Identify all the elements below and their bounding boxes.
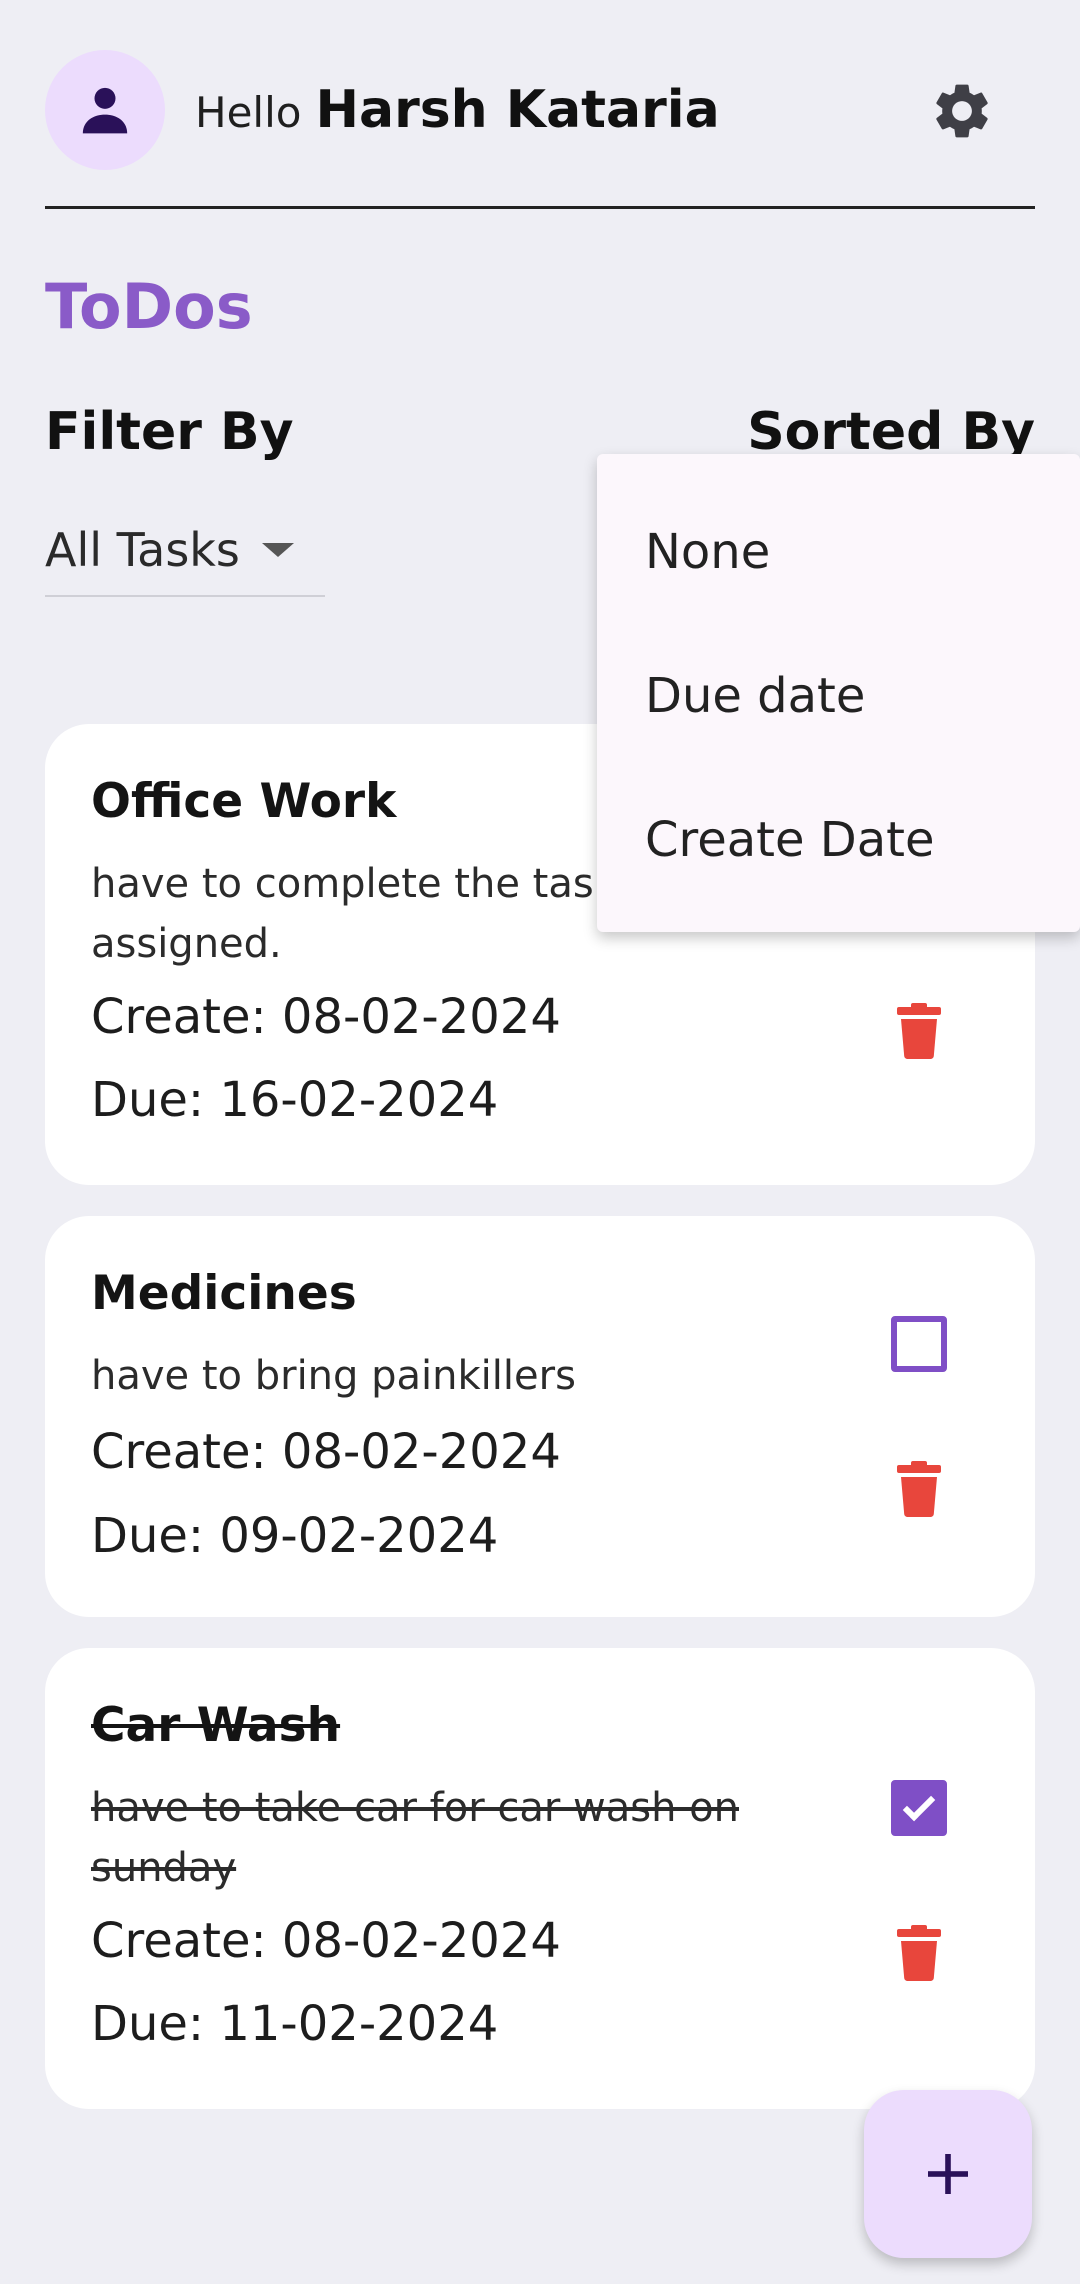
sort-option-none[interactable]: None xyxy=(645,524,770,580)
page-title: ToDos xyxy=(45,270,253,343)
todo-due-date: Due: 09-02-2024 xyxy=(91,1508,499,1564)
sort-label: Sorted By xyxy=(747,402,1035,462)
header: Hello Harsh Kataria xyxy=(45,50,1035,174)
settings-button[interactable] xyxy=(929,78,995,144)
delete-icon[interactable] xyxy=(895,1002,943,1060)
add-todo-button[interactable] xyxy=(864,2090,1032,2258)
person-icon xyxy=(82,87,128,134)
sort-option-due-date[interactable]: Due date xyxy=(645,668,865,724)
header-divider xyxy=(45,206,1035,209)
greeting-text: Hello xyxy=(195,88,302,137)
dropdown-arrow-icon xyxy=(261,543,294,557)
todo-screen: Hello Harsh Kataria ToDos Filter By Sort… xyxy=(0,0,1080,2284)
todo-card[interactable]: Medicines have to bring painkillers Crea… xyxy=(45,1216,1035,1617)
sort-dropdown-menu: None Due date Create Date xyxy=(597,454,1080,932)
filter-selected-value: All Tasks xyxy=(45,523,240,577)
todo-card[interactable]: Car Wash have to take car for car wash o… xyxy=(45,1648,1035,2109)
todo-title: Medicines xyxy=(91,1266,357,1321)
todo-title: Office Work xyxy=(91,774,397,829)
filter-dropdown[interactable]: All Tasks xyxy=(45,515,325,597)
gear-icon xyxy=(936,84,988,138)
todo-description: have to bring painkillers xyxy=(91,1353,576,1399)
todo-create-date: Create: 08-02-2024 xyxy=(91,1424,561,1480)
delete-icon[interactable] xyxy=(895,1460,943,1518)
todo-description: have to take car for car wash on sunday xyxy=(91,1785,739,1891)
filter-label: Filter By xyxy=(45,402,294,462)
user-name: Harsh Kataria xyxy=(315,80,720,140)
avatar[interactable] xyxy=(45,50,165,170)
greeting: Hello Harsh Kataria xyxy=(195,80,720,140)
plus-icon xyxy=(928,2154,968,2194)
todo-checkbox[interactable] xyxy=(891,1780,947,1836)
todo-due-date: Due: 16-02-2024 xyxy=(91,1072,499,1128)
todo-due-date: Due: 11-02-2024 xyxy=(91,1996,499,2052)
todo-checkbox[interactable] xyxy=(891,1316,947,1372)
sort-option-create-date[interactable]: Create Date xyxy=(645,812,934,868)
todo-create-date: Create: 08-02-2024 xyxy=(91,1913,561,1969)
todo-create-date: Create: 08-02-2024 xyxy=(91,989,561,1045)
delete-icon[interactable] xyxy=(895,1924,943,1982)
todo-title: Car Wash xyxy=(91,1698,341,1753)
checkmark-icon xyxy=(902,1788,936,1822)
